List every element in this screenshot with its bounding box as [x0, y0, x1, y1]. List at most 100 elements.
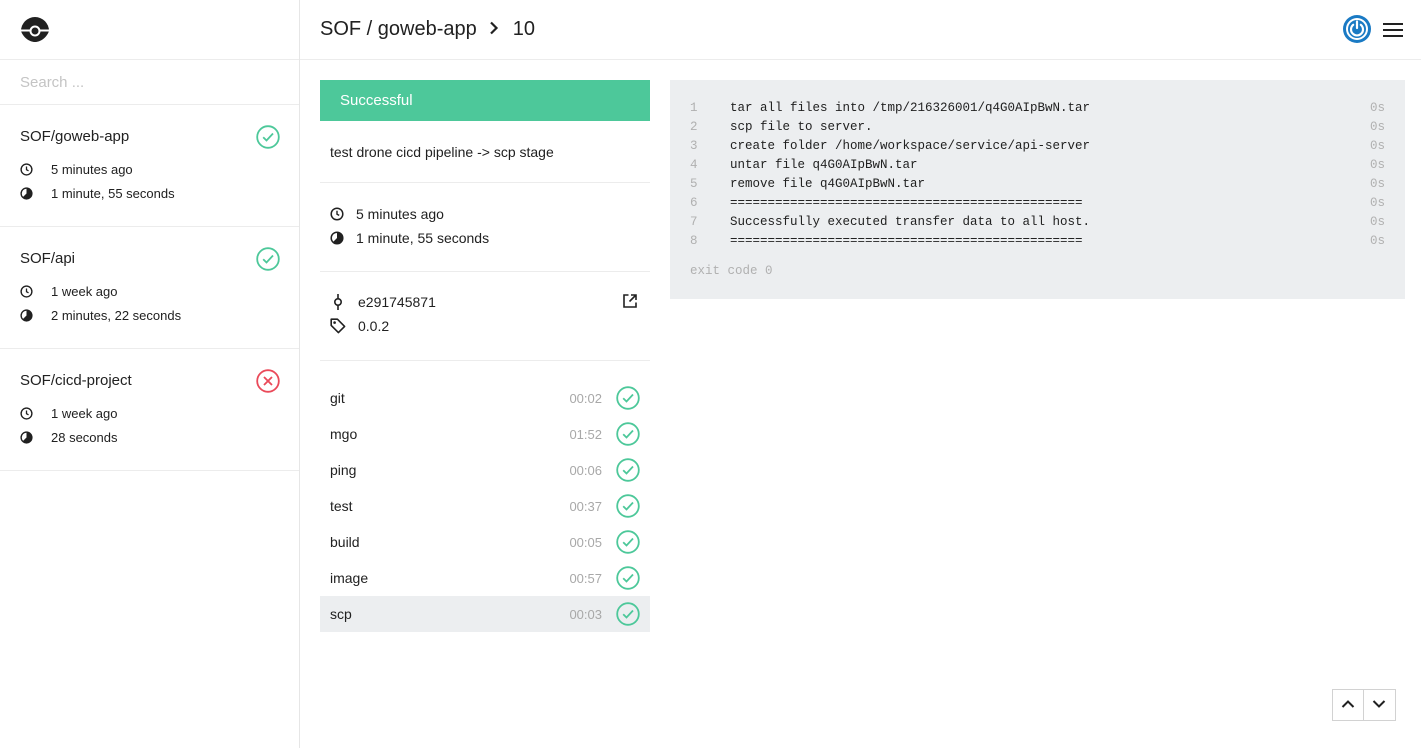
log-line: 7 Successfully executed transfer data to… [690, 215, 1385, 234]
timer-icon [20, 187, 33, 200]
repo-build-duration: 2 minutes, 22 seconds [20, 308, 181, 323]
check-circle-icon [616, 386, 640, 415]
step-scp[interactable]: scp 00:03 [320, 596, 650, 632]
check-circle-icon [256, 125, 280, 154]
repo-name[interactable]: SOF/api [20, 250, 75, 267]
step-duration: 00:05 [569, 535, 602, 550]
clock-icon [20, 407, 33, 420]
external-link-icon[interactable] [622, 293, 638, 314]
step-name: scp [330, 606, 352, 622]
log-line-time: 0s [1369, 234, 1385, 248]
check-circle-icon [616, 566, 640, 595]
log-line-number: 8 [690, 234, 698, 248]
check-circle-icon [616, 422, 640, 451]
log-line-text: remove file q4G0AIpBwN.tar [730, 177, 926, 191]
repo-duration-text: 2 minutes, 22 seconds [51, 308, 182, 323]
timer-icon [20, 309, 33, 322]
check-circle-icon [616, 530, 640, 559]
check-circle-icon [616, 494, 640, 523]
log-panel: 1 tar all files into /tmp/216326001/q4G0… [670, 80, 1405, 299]
log-line-number: 5 [690, 177, 698, 191]
log-line-number: 1 [690, 101, 698, 115]
build-commit: e291745871 [330, 294, 436, 310]
check-circle-icon [616, 458, 640, 487]
repo-item[interactable]: SOF/goweb-app 5 minutes ago 1 minute, 55… [0, 105, 299, 227]
power-icon[interactable] [1342, 14, 1372, 49]
repo-build-duration: 28 seconds [20, 430, 118, 445]
step-image[interactable]: image 00:57 [320, 560, 650, 596]
drone-logo-icon[interactable] [20, 15, 50, 50]
log-line: 2 scp file to server. 0s [690, 120, 1385, 139]
step-test[interactable]: test 00:37 [320, 488, 650, 524]
log-line-time: 0s [1369, 177, 1385, 191]
repo-created-text: 1 week ago [51, 406, 118, 421]
scroll-down-button[interactable] [1364, 690, 1394, 720]
step-duration: 00:37 [569, 499, 602, 514]
repo-item[interactable]: SOF/api 1 week ago 2 minutes, 22 seconds [0, 227, 299, 349]
step-duration: 00:57 [569, 571, 602, 586]
scroll-up-button[interactable] [1333, 690, 1364, 720]
log-line-time: 0s [1369, 196, 1385, 210]
log-line: 5 remove file q4G0AIpBwN.tar 0s [690, 177, 1385, 196]
hamburger-menu-icon[interactable] [1383, 22, 1403, 43]
log-line-number: 2 [690, 120, 698, 134]
repo-duration-text: 1 minute, 55 seconds [51, 186, 175, 201]
commit-sha[interactable]: e291745871 [358, 294, 436, 310]
step-duration: 00:02 [569, 391, 602, 406]
clock-icon [20, 163, 33, 176]
logo-bar [0, 0, 299, 60]
step-build[interactable]: build 00:05 [320, 524, 650, 560]
tag-icon [330, 318, 346, 334]
log-line-number: 4 [690, 158, 698, 172]
search-bar [0, 60, 299, 105]
log-line: 8 ======================================… [690, 234, 1385, 253]
log-line: 6 ======================================… [690, 196, 1385, 215]
step-name: build [330, 534, 360, 550]
step-name: ping [330, 462, 357, 478]
clock-icon [20, 285, 33, 298]
build-status-banner: Successful [320, 80, 650, 121]
repo-name[interactable]: SOF/cicd-project [20, 372, 132, 389]
header: SOF / goweb-app 10 [300, 0, 1421, 60]
tag-value: 0.0.2 [358, 318, 390, 334]
repo-build-duration: 1 minute, 55 seconds [20, 186, 175, 201]
log-line-time: 0s [1369, 139, 1385, 153]
check-circle-icon [256, 247, 280, 276]
step-ping[interactable]: ping 00:06 [320, 452, 650, 488]
log-line-time: 0s [1369, 158, 1385, 172]
log-line-time: 0s [1369, 215, 1385, 229]
clock-icon [330, 207, 344, 221]
log-line-text: create folder /home/workspace/service/ap… [730, 139, 1091, 153]
breadcrumb-repo[interactable]: SOF / goweb-app [320, 18, 477, 41]
log-line-text: untar file q4G0AIpBwN.tar [730, 158, 918, 172]
repo-duration-text: 28 seconds [51, 430, 118, 445]
build-tag: 0.0.2 [330, 318, 389, 334]
x-circle-icon [256, 369, 280, 398]
repo-name[interactable]: SOF/goweb-app [20, 128, 129, 145]
repo-created-text: 5 minutes ago [51, 162, 133, 177]
repo-last-build-time: 1 week ago [20, 284, 118, 299]
breadcrumb-build-number: 10 [512, 18, 535, 40]
chevron-down-icon [1372, 696, 1386, 714]
log-line-text: Successfully executed transfer data to a… [730, 215, 1091, 229]
build-message-section: test drone cicd pipeline -> scp stage [320, 121, 650, 183]
step-name: mgo [330, 426, 358, 442]
timer-icon [20, 431, 33, 444]
build-created-text: 5 minutes ago [356, 206, 444, 222]
log-scroll-controls [1332, 689, 1396, 721]
step-duration: 01:52 [569, 427, 602, 442]
log-line-text: ========================================… [730, 196, 1083, 210]
repo-item[interactable]: SOF/cicd-project 1 week ago 28 seconds [0, 349, 299, 471]
repo-created-text: 1 week ago [51, 284, 118, 299]
step-git[interactable]: git 00:02 [320, 380, 650, 416]
chevron-right-icon [489, 18, 499, 41]
sidebar: SOF/goweb-app 5 minutes ago 1 minute, 55… [0, 0, 300, 748]
step-duration: 00:06 [569, 463, 602, 478]
chevron-up-icon [1341, 696, 1355, 714]
breadcrumb: SOF / goweb-app 10 [320, 18, 535, 41]
search-input[interactable] [20, 70, 280, 94]
repo-last-build-time: 1 week ago [20, 406, 118, 421]
build-times-section [320, 183, 650, 272]
log-line: 4 untar file q4G0AIpBwN.tar 0s [690, 158, 1385, 177]
step-mgo[interactable]: mgo 01:52 [320, 416, 650, 452]
